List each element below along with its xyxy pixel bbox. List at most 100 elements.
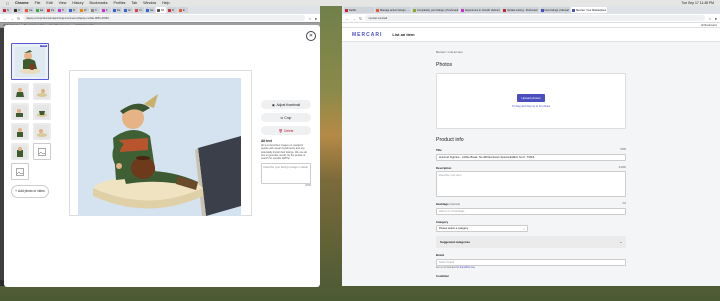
menu-item-help[interactable]: Help — [162, 1, 169, 5]
right-address-bar[interactable]: mercari.com/sell — [365, 15, 705, 21]
figurine-thumbnail-image — [13, 84, 27, 99]
photo-thumbnail[interactable] — [33, 103, 51, 120]
browser-tab[interactable]: X — [90, 7, 100, 13]
brand-label: Brand — [436, 253, 445, 257]
browser-tab[interactable]: D — [167, 7, 177, 13]
alt-text-counter: 0/250 — [305, 185, 311, 188]
add-photo-label: Add photo or video — [18, 188, 45, 193]
browser-tab[interactable]: Sh — [156, 7, 166, 13]
tab-favicon-icon — [124, 8, 127, 12]
tab-favicon-icon — [345, 8, 348, 12]
browser-tab[interactable]: Ti — [57, 7, 67, 13]
add-photo-button[interactable]: + Add photo or video — [11, 185, 49, 198]
tab-title: Sh — [161, 8, 165, 12]
bookmark-item[interactable]: All Bookmarks — [701, 24, 717, 27]
description-field[interactable]: Describe your item — [436, 171, 626, 197]
browser-tab[interactable]: Netflix — [344, 7, 374, 13]
menu-item-edit[interactable]: Edit — [46, 1, 52, 5]
left-address-bar[interactable]: depop.com/products/maiprintings-hummel-m… — [23, 15, 305, 21]
photo-thumbnail[interactable] — [11, 103, 29, 120]
browser-tab[interactable]: New listings | Mercari — [539, 7, 571, 13]
back-icon[interactable]: ← — [345, 16, 349, 21]
drag-drop-text: Or drag and drop up to 12 photos — [511, 105, 551, 108]
suggested-categories[interactable]: Suggested categories ⌄ — [436, 236, 626, 248]
cover-thumbnail[interactable]: Cover — [11, 43, 49, 80]
browser-tab[interactable]: F — [101, 7, 111, 13]
photo-thumbnail[interactable] — [11, 83, 29, 100]
suggested-categories-label: Suggested categories — [440, 240, 471, 244]
browser-tab[interactable]: Mercari: Your Marketplace — [571, 7, 608, 13]
browser-tab[interactable]: O — [13, 7, 23, 13]
browser-tab[interactable]: R — [68, 7, 78, 13]
menu-item-tab[interactable]: Tab — [131, 1, 137, 5]
menu-item-view[interactable]: View — [59, 1, 67, 5]
tab-favicon-icon — [157, 8, 160, 12]
hashtags-field[interactable]: Add up to 3 hashtags — [436, 207, 626, 215]
image-placeholder-icon[interactable] — [33, 143, 51, 160]
tab-favicon-icon — [540, 8, 544, 12]
bookmark-star-icon[interactable]: ☆ — [708, 16, 712, 21]
no-brand-link[interactable]: No brand/Not sure — [456, 267, 475, 269]
brand-field[interactable]: Select brand — [436, 258, 626, 266]
alt-text-description: Alt text describes images on media for p… — [261, 144, 307, 160]
browser-tab[interactable]: Experiment in Growth (Admin) — [460, 7, 501, 13]
tab-favicon-icon — [168, 8, 171, 12]
menu-item-profiles[interactable]: Profiles — [114, 1, 126, 5]
photo-thumbnail[interactable] — [33, 123, 51, 140]
alt-text-input[interactable]: Describe your listing's image in detail — [261, 163, 311, 185]
browser-tab[interactable]: Eq — [35, 7, 45, 13]
browser-tab[interactable]: Re — [112, 7, 122, 13]
breadcrumb[interactable]: Mercari > List an item — [436, 50, 626, 54]
browser-tab[interactable]: W — [79, 7, 89, 13]
product-info-title: Product info — [436, 137, 464, 143]
title-counter: 78/80 — [620, 148, 626, 151]
title-label-row: Title 78/80 — [436, 148, 626, 152]
browser-tab[interactable]: Ca — [24, 7, 34, 13]
browser-tab[interactable]: Manage active listings - ... — [375, 7, 411, 13]
browser-tab[interactable]: N — [2, 7, 12, 13]
tab-favicon-icon — [413, 8, 416, 12]
menu-item-history[interactable]: History — [72, 1, 83, 5]
tab-favicon-icon — [179, 8, 182, 12]
browser-tab[interactable]: Update Listing - Poshmark — [501, 7, 539, 13]
close-icon[interactable]: ✕ — [306, 31, 316, 41]
photo-thumbnail[interactable] — [11, 143, 29, 160]
menu-item-window[interactable]: Window — [143, 1, 156, 5]
menu-item-file[interactable]: File — [35, 1, 41, 5]
menu-app-name[interactable]: Chrome — [15, 1, 29, 5]
browser-tab[interactable]: E — [178, 7, 188, 13]
browser-tab[interactable]: Completely your listings | Poshmark — [412, 7, 460, 13]
forward-icon[interactable]: → — [10, 16, 14, 21]
photo-thumbnail[interactable] — [11, 123, 29, 140]
browser-tab[interactable]: Pe — [46, 7, 56, 13]
profile-icon[interactable]: ● — [315, 16, 317, 21]
browser-tab[interactable]: Cl — [134, 7, 144, 13]
menu-item-bookmarks[interactable]: Bookmarks — [90, 1, 108, 5]
browser-tab[interactable]: Ge — [145, 7, 155, 13]
tab-favicon-icon — [80, 8, 83, 12]
upload-photos-button[interactable]: Upload photos — [517, 94, 545, 102]
desktop-wallpaper — [0, 286, 720, 301]
menu-clock[interactable]: Tue Sep 17 11:48 PM — [681, 1, 714, 5]
reload-icon[interactable]: ↻ — [359, 16, 362, 21]
back-icon[interactable]: ← — [3, 16, 7, 21]
reload-icon[interactable]: ↻ — [17, 16, 20, 21]
forward-icon[interactable]: → — [352, 16, 356, 21]
category-label-row: Category — [436, 220, 626, 224]
delete-button[interactable]: 🗑 Delete — [261, 126, 311, 135]
mercari-logo[interactable]: MERCARI — [352, 32, 382, 38]
category-select[interactable]: Please select a category ⌄ — [436, 225, 528, 232]
photo-thumbnail[interactable] — [33, 83, 51, 100]
title-field[interactable]: Hummel Figurine - Coffee Break, No.409 E… — [436, 153, 626, 161]
adjust-thumbnail-button[interactable]: ▣ Adjust thumbnail — [261, 100, 311, 109]
photo-dropzone[interactable]: Upload photos Or drag and drop up to 12 … — [436, 73, 626, 129]
description-label-row: Description 0/1000 — [436, 166, 626, 170]
tab-title: Cl — [139, 8, 142, 12]
condition-label: Condition — [436, 273, 450, 278]
crop-button[interactable]: ⧉ Crop — [261, 113, 311, 122]
bookmark-star-icon[interactable]: ☆ — [308, 16, 312, 21]
image-placeholder-icon[interactable] — [11, 163, 29, 180]
browser-tab[interactable]: Gi — [123, 7, 133, 13]
apple-icon[interactable]:  — [6, 1, 9, 6]
profile-icon[interactable]: ● — [715, 16, 717, 21]
